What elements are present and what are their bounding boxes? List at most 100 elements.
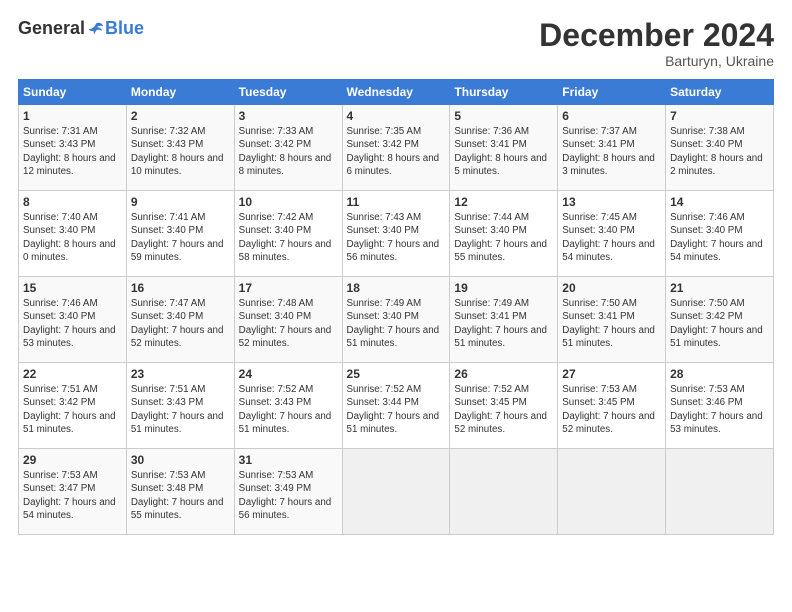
calendar-week-1: 1 Sunrise: 7:31 AMSunset: 3:43 PMDaylight… — [19, 105, 774, 191]
logo-bird-icon — [87, 20, 105, 38]
calendar-cell: 6 Sunrise: 7:37 AMSunset: 3:41 PMDaylight… — [558, 105, 666, 191]
calendar-cell: 1 Sunrise: 7:31 AMSunset: 3:43 PMDaylight… — [19, 105, 127, 191]
calendar-week-4: 22 Sunrise: 7:51 AMSunset: 3:42 PMDayligh… — [19, 363, 774, 449]
day-detail: Sunrise: 7:53 AMSunset: 3:45 PMDaylight:… — [562, 383, 661, 436]
day-detail: Sunrise: 7:46 AMSunset: 3:40 PMDaylight:… — [670, 211, 769, 264]
calendar-cell: 23Sunrise: 7:51 AMSunset: 3:43 PMDayligh… — [126, 363, 234, 449]
day-detail: Sunrise: 7:53 AMSunset: 3:49 PMDaylight:… — [239, 469, 338, 522]
calendar-cell: 3 Sunrise: 7:33 AMSunset: 3:42 PMDaylight… — [234, 105, 342, 191]
day-number: 11 — [347, 195, 446, 209]
calendar-cell: 12 Sunrise: 7:44 AMSunset: 3:40 PMDayligh… — [450, 191, 558, 277]
calendar-cell: 10Sunrise: 7:42 AMSunset: 3:40 PMDayligh… — [234, 191, 342, 277]
logo: General Blue — [18, 18, 144, 39]
calendar-header-monday: Monday — [126, 80, 234, 105]
calendar-week-2: 8 Sunrise: 7:40 AMSunset: 3:40 PMDaylight… — [19, 191, 774, 277]
day-detail: Sunrise: 7:52 AMSunset: 3:45 PMDaylight:… — [454, 383, 553, 436]
title-block: December 2024 Barturyn, Ukraine — [539, 18, 774, 69]
day-detail: Sunrise: 7:51 AMSunset: 3:42 PMDaylight:… — [23, 383, 122, 436]
day-detail: Sunrise: 7:35 AMSunset: 3:42 PMDaylight:… — [347, 125, 446, 178]
day-detail: Sunrise: 7:40 AMSunset: 3:40 PMDaylight:… — [23, 211, 122, 264]
calendar-cell: 2 Sunrise: 7:32 AMSunset: 3:43 PMDaylight… — [126, 105, 234, 191]
day-number: 8 — [23, 195, 122, 209]
calendar-cell: 5Sunrise: 7:36 AMSunset: 3:41 PMDaylight… — [450, 105, 558, 191]
day-number: 5 — [454, 109, 553, 123]
calendar-week-3: 15 Sunrise: 7:46 AMSunset: 3:40 PMDayligh… — [19, 277, 774, 363]
calendar-header-row: SundayMondayTuesdayWednesdayThursdayFrid… — [19, 80, 774, 105]
day-number: 19 — [454, 281, 553, 295]
day-number: 21 — [670, 281, 769, 295]
calendar-cell: 7Sunrise: 7:38 AMSunset: 3:40 PMDaylight… — [666, 105, 774, 191]
day-detail: Sunrise: 7:47 AMSunset: 3:40 PMDaylight:… — [131, 297, 230, 350]
calendar-cell: 16 Sunrise: 7:47 AMSunset: 3:40 PMDayligh… — [126, 277, 234, 363]
calendar-header-saturday: Saturday — [666, 80, 774, 105]
calendar-header-tuesday: Tuesday — [234, 80, 342, 105]
calendar-cell: 14Sunrise: 7:46 AMSunset: 3:40 PMDayligh… — [666, 191, 774, 277]
calendar-header-sunday: Sunday — [19, 80, 127, 105]
calendar-cell — [450, 449, 558, 535]
day-number: 2 — [131, 109, 230, 123]
month-title: December 2024 — [539, 18, 774, 53]
calendar-cell: 20Sunrise: 7:50 AMSunset: 3:41 PMDayligh… — [558, 277, 666, 363]
day-detail: Sunrise: 7:38 AMSunset: 3:40 PMDaylight:… — [670, 125, 769, 178]
day-number: 30 — [131, 453, 230, 467]
day-number: 16 — [131, 281, 230, 295]
day-detail: Sunrise: 7:42 AMSunset: 3:40 PMDaylight:… — [239, 211, 338, 264]
day-detail: Sunrise: 7:32 AMSunset: 3:43 PMDaylight:… — [131, 125, 230, 178]
calendar-header-thursday: Thursday — [450, 80, 558, 105]
day-number: 23 — [131, 367, 230, 381]
calendar-cell: 9 Sunrise: 7:41 AMSunset: 3:40 PMDaylight… — [126, 191, 234, 277]
calendar-table: SundayMondayTuesdayWednesdayThursdayFrid… — [18, 79, 774, 535]
calendar-cell: 11 Sunrise: 7:43 AMSunset: 3:40 PMDayligh… — [342, 191, 450, 277]
day-number: 1 — [23, 109, 122, 123]
day-detail: Sunrise: 7:50 AMSunset: 3:41 PMDaylight:… — [562, 297, 661, 350]
day-number: 12 — [454, 195, 553, 209]
day-detail: Sunrise: 7:46 AMSunset: 3:40 PMDaylight:… — [23, 297, 122, 350]
calendar-cell — [666, 449, 774, 535]
day-number: 6 — [562, 109, 661, 123]
calendar-cell: 30 Sunrise: 7:53 AMSunset: 3:48 PMDayligh… — [126, 449, 234, 535]
calendar-header-friday: Friday — [558, 80, 666, 105]
day-number: 22 — [23, 367, 122, 381]
day-detail: Sunrise: 7:48 AMSunset: 3:40 PMDaylight:… — [239, 297, 338, 350]
day-number: 29 — [23, 453, 122, 467]
header: General Blue December 2024 Barturyn, Ukr… — [18, 18, 774, 69]
calendar-header-wednesday: Wednesday — [342, 80, 450, 105]
calendar-cell: 8 Sunrise: 7:40 AMSunset: 3:40 PMDaylight… — [19, 191, 127, 277]
calendar-cell: 13Sunrise: 7:45 AMSunset: 3:40 PMDayligh… — [558, 191, 666, 277]
location: Barturyn, Ukraine — [539, 53, 774, 69]
calendar-cell: 28Sunrise: 7:53 AMSunset: 3:46 PMDayligh… — [666, 363, 774, 449]
calendar-cell: 19 Sunrise: 7:49 AMSunset: 3:41 PMDayligh… — [450, 277, 558, 363]
day-detail: Sunrise: 7:41 AMSunset: 3:40 PMDaylight:… — [131, 211, 230, 264]
day-detail: Sunrise: 7:45 AMSunset: 3:40 PMDaylight:… — [562, 211, 661, 264]
day-number: 25 — [347, 367, 446, 381]
day-number: 15 — [23, 281, 122, 295]
day-detail: Sunrise: 7:33 AMSunset: 3:42 PMDaylight:… — [239, 125, 338, 178]
calendar-cell: 22 Sunrise: 7:51 AMSunset: 3:42 PMDayligh… — [19, 363, 127, 449]
calendar-cell: 18Sunrise: 7:49 AMSunset: 3:40 PMDayligh… — [342, 277, 450, 363]
logo-general-text: General — [18, 18, 85, 39]
day-detail: Sunrise: 7:31 AMSunset: 3:43 PMDaylight:… — [23, 125, 122, 178]
calendar-cell: 29Sunrise: 7:53 AMSunset: 3:47 PMDayligh… — [19, 449, 127, 535]
calendar-cell: 21Sunrise: 7:50 AMSunset: 3:42 PMDayligh… — [666, 277, 774, 363]
page: General Blue December 2024 Barturyn, Ukr… — [0, 0, 792, 612]
day-number: 28 — [670, 367, 769, 381]
calendar-cell: 25Sunrise: 7:52 AMSunset: 3:44 PMDayligh… — [342, 363, 450, 449]
day-number: 17 — [239, 281, 338, 295]
calendar-cell — [342, 449, 450, 535]
day-number: 9 — [131, 195, 230, 209]
day-detail: Sunrise: 7:43 AMSunset: 3:40 PMDaylight:… — [347, 211, 446, 264]
calendar-cell: 17 Sunrise: 7:48 AMSunset: 3:40 PMDayligh… — [234, 277, 342, 363]
day-detail: Sunrise: 7:44 AMSunset: 3:40 PMDaylight:… — [454, 211, 553, 264]
logo-blue-text: Blue — [105, 18, 144, 39]
day-detail: Sunrise: 7:37 AMSunset: 3:41 PMDaylight:… — [562, 125, 661, 178]
calendar-cell: 4Sunrise: 7:35 AMSunset: 3:42 PMDaylight… — [342, 105, 450, 191]
calendar-cell: 15 Sunrise: 7:46 AMSunset: 3:40 PMDayligh… — [19, 277, 127, 363]
calendar-cell: 27 Sunrise: 7:53 AMSunset: 3:45 PMDayligh… — [558, 363, 666, 449]
day-number: 3 — [239, 109, 338, 123]
day-number: 18 — [347, 281, 446, 295]
day-number: 27 — [562, 367, 661, 381]
day-detail: Sunrise: 7:53 AMSunset: 3:48 PMDaylight:… — [131, 469, 230, 522]
calendar-cell: 31Sunrise: 7:53 AMSunset: 3:49 PMDayligh… — [234, 449, 342, 535]
day-number: 26 — [454, 367, 553, 381]
day-detail: Sunrise: 7:49 AMSunset: 3:41 PMDaylight:… — [454, 297, 553, 350]
